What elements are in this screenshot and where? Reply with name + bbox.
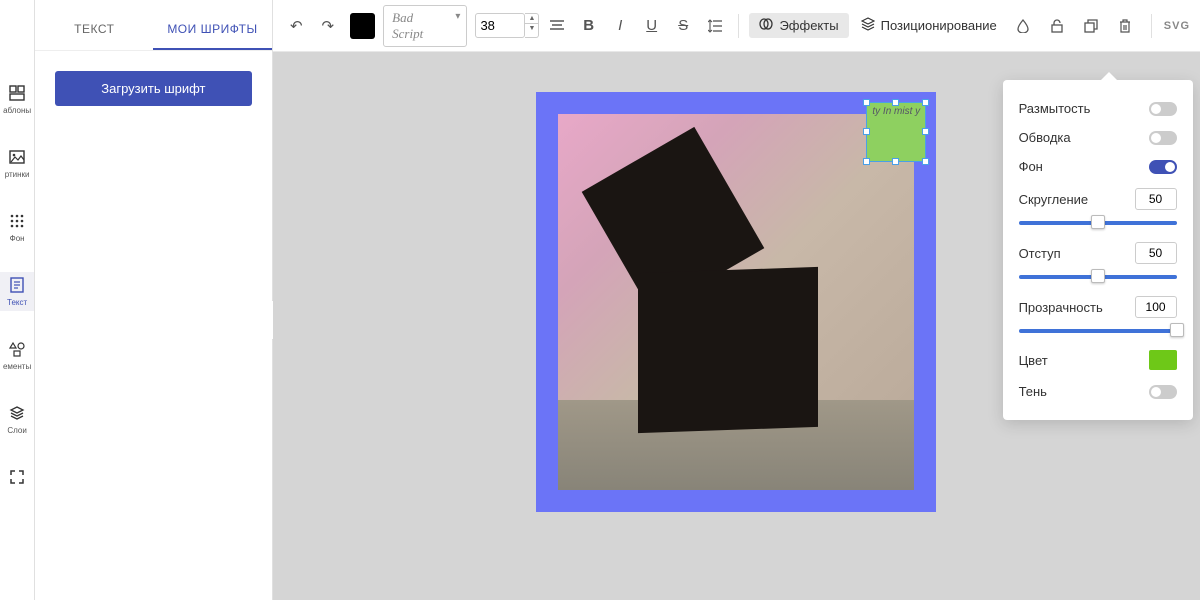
font-size-input[interactable]	[475, 13, 525, 38]
font-size-spinner[interactable]: ▲▼	[525, 13, 539, 38]
rail-templates[interactable]: аблоны	[0, 80, 34, 119]
stroke-toggle[interactable]	[1149, 131, 1177, 145]
resize-handle[interactable]	[922, 158, 929, 165]
slider-thumb[interactable]	[1170, 323, 1184, 337]
line-height-button[interactable]	[701, 12, 729, 40]
duplicate-button[interactable]	[1077, 12, 1105, 40]
stroke-label: Обводка	[1019, 130, 1071, 145]
selected-text-element[interactable]: ty In mist y	[866, 102, 926, 162]
top-toolbar: ↶ ↷ Bad Script ▲▼ B I U S Эффекты Позици…	[273, 0, 1200, 52]
shadow-label: Тень	[1019, 384, 1047, 399]
position-label: Позиционирование	[881, 18, 997, 33]
image-icon	[8, 148, 26, 166]
redo-button[interactable]: ↷	[314, 12, 342, 40]
rounding-label: Скругление	[1019, 192, 1089, 207]
effects-label: Эффекты	[779, 18, 838, 33]
layers-icon	[8, 404, 26, 422]
align-button[interactable]	[543, 12, 571, 40]
effects-button[interactable]: Эффекты	[749, 13, 848, 38]
text-file-icon	[8, 276, 26, 294]
shadow-toggle[interactable]	[1149, 385, 1177, 399]
resize-handle[interactable]	[863, 99, 870, 106]
color-label: Цвет	[1019, 353, 1048, 368]
padding-slider[interactable]	[1019, 275, 1177, 279]
effects-icon	[759, 18, 773, 33]
photo-background	[558, 114, 914, 490]
blur-toggle[interactable]	[1149, 102, 1177, 116]
strikethrough-button[interactable]: S	[669, 12, 697, 40]
spinner-down-icon[interactable]: ▼	[525, 24, 538, 33]
bold-button[interactable]: B	[575, 12, 603, 40]
slider-thumb[interactable]	[1091, 269, 1105, 283]
resize-handle[interactable]	[892, 99, 899, 106]
templates-icon	[8, 84, 26, 102]
background-toggle[interactable]	[1149, 160, 1177, 174]
rail-label: Текст	[7, 298, 27, 307]
rail-label: ртинки	[5, 170, 30, 179]
italic-button[interactable]: I	[606, 12, 634, 40]
background-color-picker[interactable]	[1149, 350, 1177, 370]
unlock-button[interactable]	[1043, 12, 1071, 40]
upload-font-button[interactable]: Загрузить шрифт	[55, 71, 251, 106]
opacity-drop-icon[interactable]	[1009, 12, 1037, 40]
expand-icon	[8, 468, 26, 486]
design-frame[interactable]: ty In mist y	[536, 92, 936, 512]
resize-handle[interactable]	[922, 128, 929, 135]
position-button[interactable]: Позиционирование	[853, 12, 1005, 39]
rail-label: Фон	[10, 234, 25, 243]
toolbar-divider	[1151, 14, 1152, 38]
spinner-up-icon[interactable]: ▲	[525, 14, 538, 24]
rail-text[interactable]: Текст	[0, 272, 34, 311]
underline-button[interactable]: U	[638, 12, 666, 40]
delete-button[interactable]	[1111, 12, 1139, 40]
shapes-icon	[8, 340, 26, 358]
resize-handle[interactable]	[892, 158, 899, 165]
rounding-input[interactable]	[1135, 188, 1177, 210]
blur-label: Размытость	[1019, 101, 1091, 116]
stack-icon	[861, 17, 875, 34]
resize-handle[interactable]	[922, 99, 929, 106]
rail-layers[interactable]: Слои	[0, 400, 34, 439]
dots-grid-icon	[8, 212, 26, 230]
opacity-input[interactable]	[1135, 296, 1177, 318]
undo-button[interactable]: ↶	[283, 12, 311, 40]
effects-panel: Размытость Обводка Фон Скругление Отступ…	[1003, 80, 1193, 420]
tab-text[interactable]: ТЕКСТ	[35, 10, 153, 50]
text-color-swatch[interactable]	[350, 13, 376, 39]
padding-input[interactable]	[1135, 242, 1177, 264]
resize-handle[interactable]	[863, 128, 870, 135]
tab-my-fonts[interactable]: МОИ ШРИФТЫ	[153, 10, 271, 50]
font-tabs: ТЕКСТ МОИ ШРИФТЫ	[35, 10, 271, 51]
opacity-slider[interactable]	[1019, 329, 1177, 333]
rail-elements[interactable]: ементы	[0, 336, 34, 375]
padding-label: Отступ	[1019, 246, 1061, 261]
rail-fullscreen[interactable]	[0, 464, 34, 490]
svg-badge[interactable]: SVG	[1164, 20, 1190, 32]
rounding-slider[interactable]	[1019, 221, 1177, 225]
rail-background[interactable]: Фон	[0, 208, 34, 247]
toolbar-divider	[738, 14, 739, 38]
rail-images[interactable]: ртинки	[0, 144, 34, 183]
opacity-label: Прозрачность	[1019, 300, 1103, 315]
rail-label: Слои	[7, 426, 26, 435]
slider-thumb[interactable]	[1091, 215, 1105, 229]
text-content: ty In mist y	[872, 106, 920, 117]
background-label: Фон	[1019, 159, 1043, 174]
rail-label: аблоны	[3, 106, 31, 115]
font-family-select[interactable]: Bad Script	[383, 5, 467, 47]
resize-handle[interactable]	[863, 158, 870, 165]
rail-label: ементы	[3, 362, 31, 371]
